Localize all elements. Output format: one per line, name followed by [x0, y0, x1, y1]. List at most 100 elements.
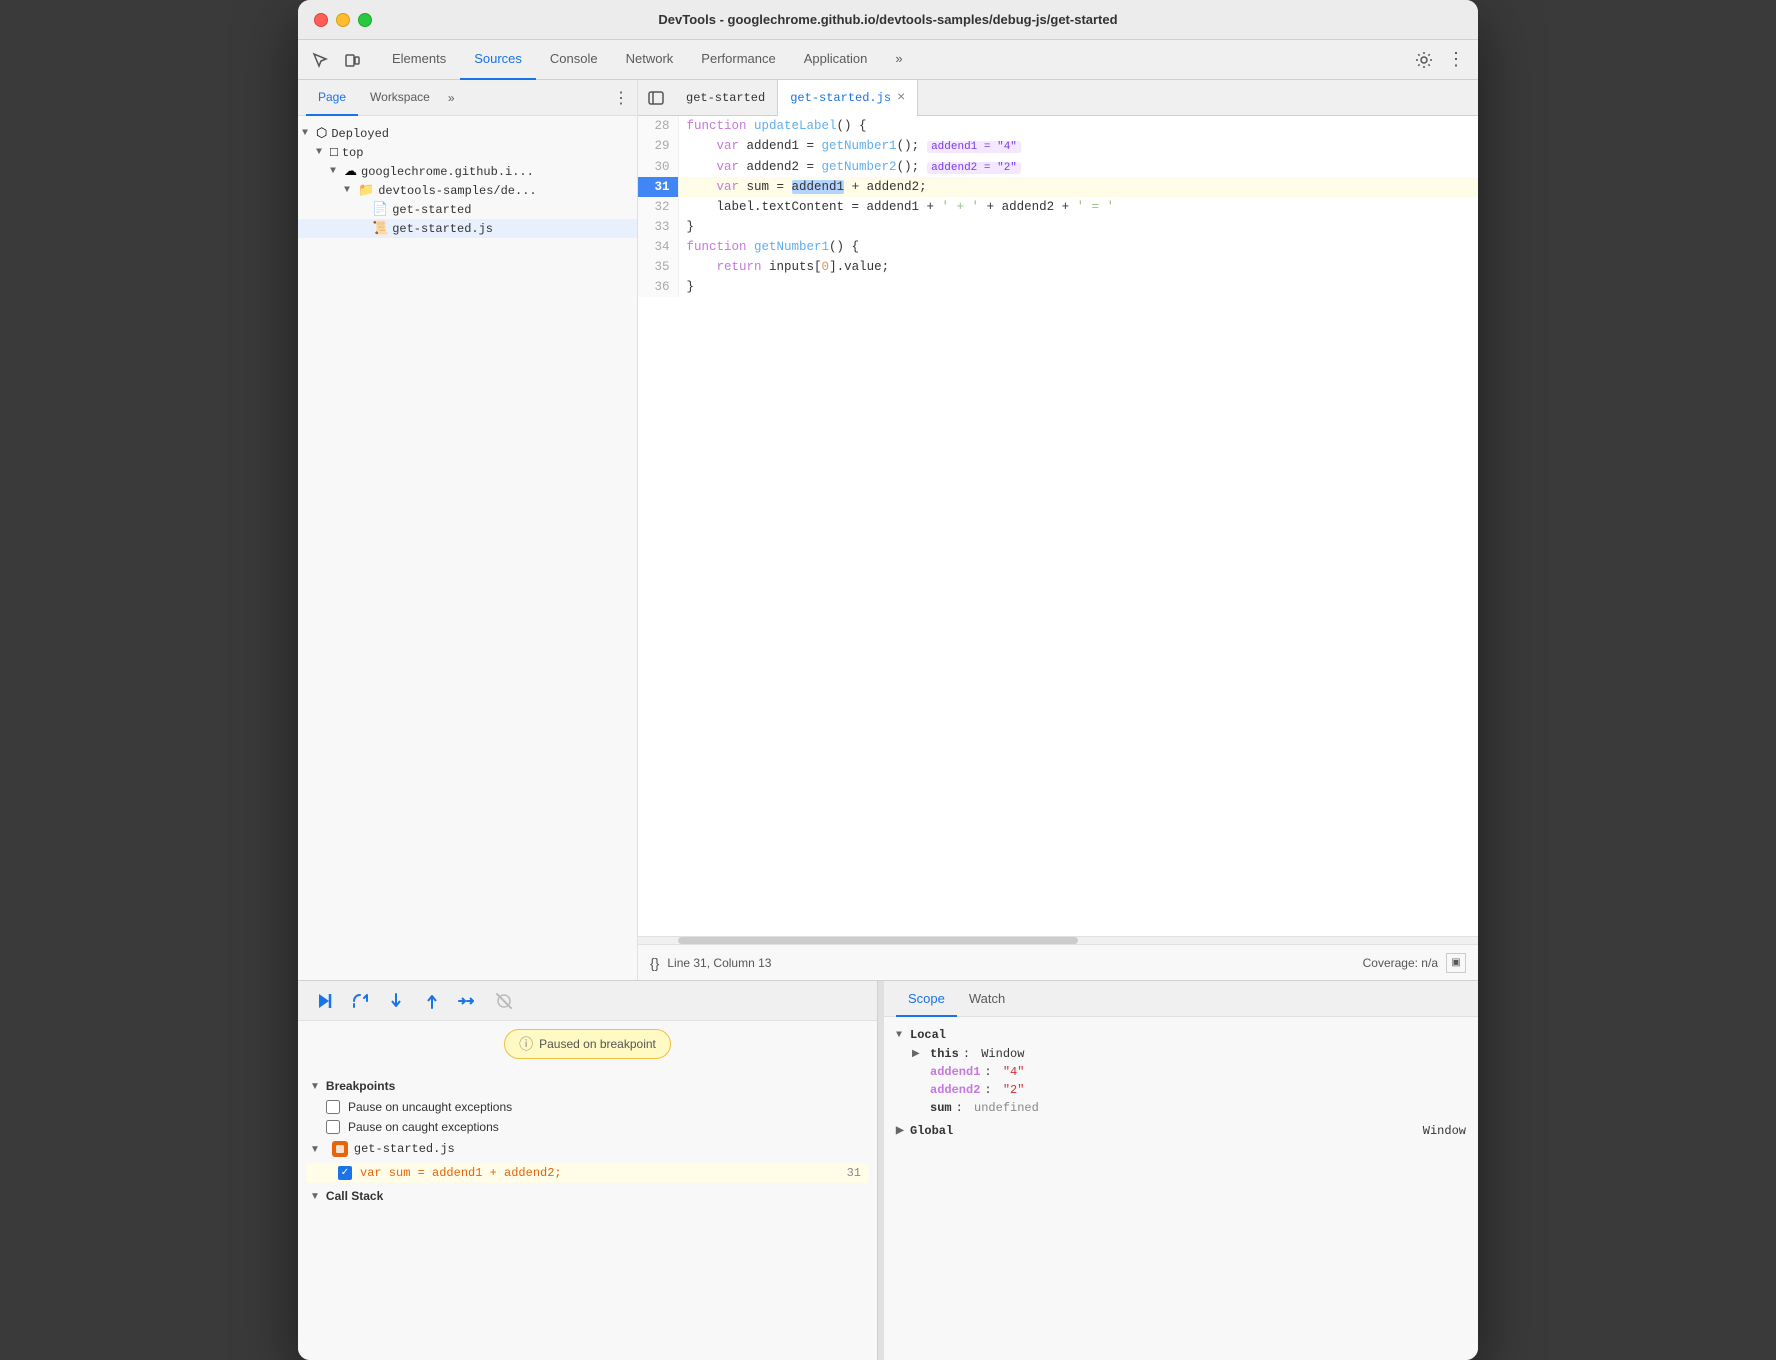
line-number-35: 35	[638, 257, 678, 277]
tab-elements[interactable]: Elements	[378, 40, 460, 80]
coverage-label: Coverage: n/a	[1363, 956, 1438, 970]
callstack-header[interactable]: ▼ Call Stack	[298, 1185, 877, 1207]
resume-button[interactable]	[310, 987, 338, 1015]
tab-sources[interactable]: Sources	[460, 40, 536, 80]
debug-toolbar	[298, 981, 877, 1021]
minimize-button[interactable]	[336, 13, 350, 27]
settings-icon[interactable]	[1410, 46, 1438, 74]
line-number-28: 28	[638, 116, 678, 136]
tree-label-get-started-js: get-started.js	[392, 222, 493, 236]
line-number-36: 36	[638, 277, 678, 297]
scope-this-key: this	[930, 1047, 959, 1061]
scope-addend1-key: addend1	[930, 1065, 980, 1079]
tree-item-deployed[interactable]: ▼ ⬡ Deployed	[298, 124, 637, 143]
breakpoints-arrow: ▼	[310, 1081, 320, 1092]
step-button[interactable]	[454, 987, 482, 1015]
tab-application[interactable]: Application	[790, 40, 882, 80]
line-content-34: function getNumber1() {	[678, 237, 1478, 257]
callstack-label: Call Stack	[326, 1189, 383, 1203]
sidebar-tab-page[interactable]: Page	[306, 80, 358, 116]
maximize-button[interactable]	[358, 13, 372, 27]
deactivate-breakpoints-button[interactable]	[490, 987, 518, 1015]
file-tab-get-started-label: get-started	[686, 91, 765, 105]
inspect-icon[interactable]	[306, 46, 334, 74]
close-tab-icon[interactable]: ×	[897, 91, 905, 105]
tree-item-folder[interactable]: ▼ 📁 devtools-samples/de...	[298, 181, 637, 200]
code-editor[interactable]: 28 function updateLabel() { 29 var adden…	[638, 116, 1478, 936]
line-content-29: var addend1 = getNumber1();addend1 = "4"	[678, 136, 1478, 157]
bp-check-icon[interactable]	[338, 1166, 352, 1180]
line-number-32: 32	[638, 197, 678, 217]
tab-performance[interactable]: Performance	[687, 40, 789, 80]
line-number-30: 30	[638, 157, 678, 178]
scope-addend2-item[interactable]: addend2 : "2"	[884, 1081, 1478, 1099]
line-content-28: function updateLabel() {	[678, 116, 1478, 136]
pause-uncaught-label: Pause on uncaught exceptions	[348, 1100, 512, 1114]
code-area: get-started get-started.js × 28 function…	[638, 80, 1478, 980]
tree-arrow-domain: ▼	[330, 166, 344, 177]
sidebar-tabs: Page Workspace » ⋮	[298, 80, 637, 116]
scope-sum-key: sum	[930, 1101, 952, 1115]
file-tab-get-started[interactable]: get-started	[674, 80, 778, 116]
tree-item-get-started-js[interactable]: 📜 get-started.js	[298, 219, 637, 238]
cube-icon: ⬡	[316, 126, 327, 141]
breakpoints-label: Breakpoints	[326, 1079, 395, 1093]
tree-item-domain[interactable]: ▼ ☁ googlechrome.github.i...	[298, 162, 637, 181]
tab-console[interactable]: Console	[536, 40, 612, 80]
format-icon[interactable]: {}	[650, 955, 659, 971]
code-table: 28 function updateLabel() { 29 var adden…	[638, 116, 1478, 297]
breakpoint-line[interactable]: var sum = addend1 + addend2; 31	[306, 1163, 869, 1183]
step-into-button[interactable]	[382, 987, 410, 1015]
tree-arrow-folder: ▼	[344, 185, 358, 196]
tree-arrow-deployed: ▼	[302, 128, 316, 139]
tab-more[interactable]: »	[881, 40, 916, 80]
step-out-button[interactable]	[418, 987, 446, 1015]
toolbar-icons	[306, 46, 366, 74]
tree-label-deployed: Deployed	[331, 127, 389, 141]
sidebar-tab-more[interactable]: »	[442, 91, 461, 105]
sidebar-tab-workspace[interactable]: Workspace	[358, 80, 442, 116]
scope-addend2-val: "2"	[1003, 1083, 1025, 1097]
coverage-drawer-icon[interactable]: ▣	[1446, 953, 1466, 973]
line-content-31: var sum = addend1 + addend2;	[678, 177, 1478, 197]
file-tabs: get-started get-started.js ×	[638, 80, 1478, 116]
device-toolbar-icon[interactable]	[338, 46, 366, 74]
scope-addend2-key: addend2	[930, 1083, 980, 1097]
scope-tab-watch[interactable]: Watch	[957, 981, 1017, 1017]
close-button[interactable]	[314, 13, 328, 27]
scope-local-section[interactable]: ▼ Local	[884, 1025, 1478, 1045]
scope-sum-val: undefined	[974, 1101, 1039, 1115]
frame-icon: □	[330, 145, 338, 160]
line-content-33: }	[678, 217, 1478, 237]
scope-local-arrow: ▼	[896, 1030, 910, 1041]
horizontal-scrollbar[interactable]	[638, 936, 1478, 944]
code-line-30: 30 var addend2 = getNumber2();addend2 = …	[638, 157, 1478, 178]
scope-global-arrow: ▶	[896, 1125, 910, 1137]
step-over-button[interactable]	[346, 987, 374, 1015]
scope-tab-scope[interactable]: Scope	[896, 981, 957, 1017]
sidebar-toggle[interactable]	[642, 84, 670, 112]
scrollbar-thumb[interactable]	[678, 937, 1078, 944]
tree-item-get-started[interactable]: 📄 get-started	[298, 200, 637, 219]
breakpoints-header[interactable]: ▼ Breakpoints	[298, 1075, 877, 1097]
inline-val-addend1: addend1 = "4"	[927, 141, 1021, 153]
pause-caught-checkbox[interactable]	[326, 1120, 340, 1134]
code-line-29: 29 var addend1 = getNumber1();addend1 = …	[638, 136, 1478, 157]
more-options-icon[interactable]: ⋮	[1442, 46, 1470, 74]
pause-uncaught-checkbox[interactable]	[326, 1100, 340, 1114]
status-left: {} Line 31, Column 13	[650, 955, 771, 971]
breakpoint-file[interactable]: ▼ get-started.js	[298, 1137, 877, 1161]
scope-addend1-item[interactable]: addend1 : "4"	[884, 1063, 1478, 1081]
sidebar-dots-menu[interactable]: ⋮	[613, 88, 629, 108]
scope-this-item[interactable]: ▶ this : Window	[884, 1045, 1478, 1063]
sources-sidebar: Page Workspace » ⋮ ▼ ⬡ Deployed ▼ □	[298, 80, 638, 980]
debug-content: ▼ Breakpoints Pause on uncaught exceptio…	[298, 1067, 877, 1360]
scope-global-section[interactable]: ▶ Global Window	[884, 1121, 1478, 1141]
line-number-31: 31	[638, 177, 678, 197]
tab-network[interactable]: Network	[612, 40, 688, 80]
scope-sum-item[interactable]: sum : undefined	[884, 1099, 1478, 1117]
callstack-arrow: ▼	[310, 1191, 320, 1202]
file-tab-get-started-js[interactable]: get-started.js ×	[778, 80, 918, 116]
tree-item-top[interactable]: ▼ □ top	[298, 143, 637, 162]
scope-global-val: Window	[1423, 1124, 1466, 1138]
